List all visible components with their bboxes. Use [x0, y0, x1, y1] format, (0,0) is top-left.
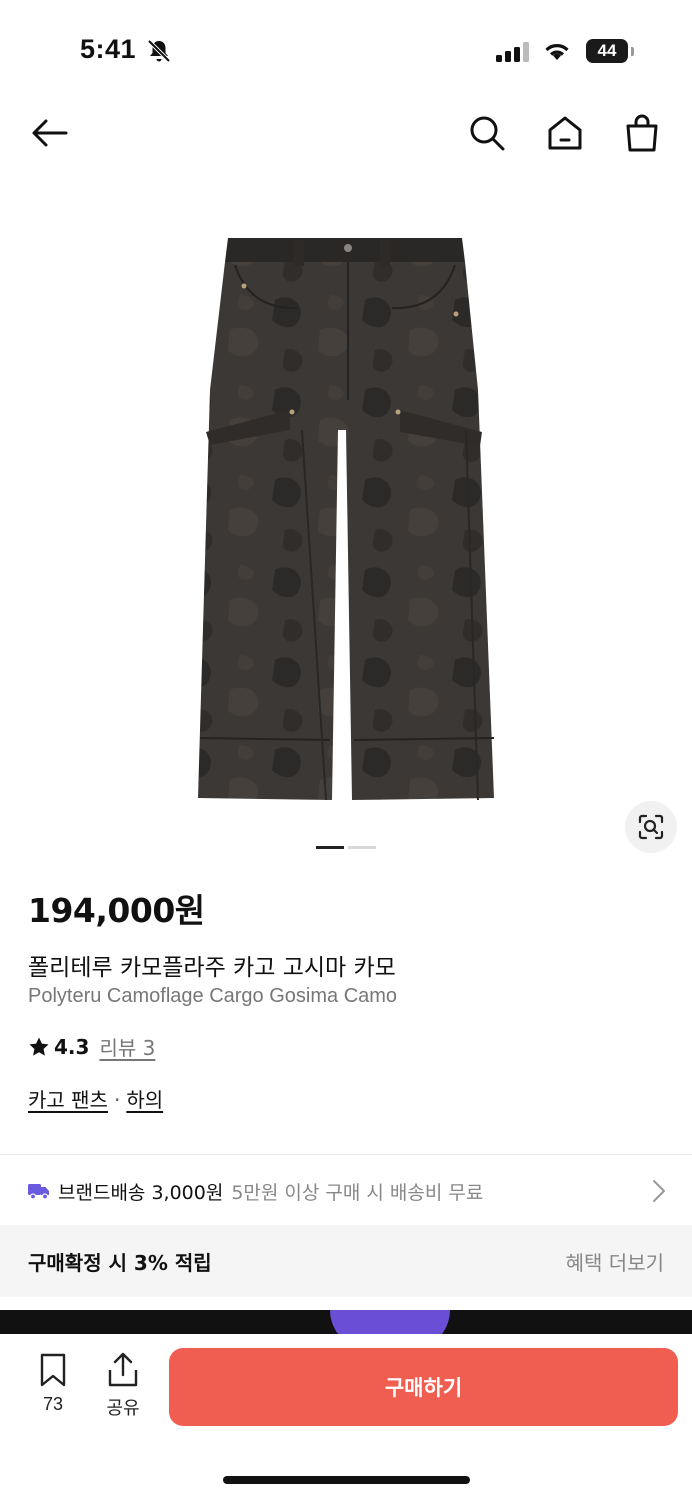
rating-row: 4.3 리뷰 3: [28, 1032, 155, 1061]
status-time: 5:41: [80, 34, 137, 64]
cart-button[interactable]: [621, 112, 663, 154]
free-shipping-condition: 5만원 이상 구매 시 배송비 무료: [231, 1181, 484, 1204]
battery-indicator: 44: [586, 39, 628, 63]
subcategory-link[interactable]: 하의: [126, 1088, 163, 1112]
pager-dot[interactable]: [348, 846, 376, 849]
share-label: 공유: [106, 1398, 140, 1419]
product-name-english: Polyteru Camoflage Cargo Gosima Camo: [28, 985, 398, 1007]
search-button[interactable]: [466, 112, 508, 154]
more-benefits-link[interactable]: 혜택 더보기: [566, 1247, 664, 1276]
image-search-button[interactable]: [625, 801, 677, 853]
banner-graphic: [330, 1310, 450, 1334]
truck-icon: [28, 1182, 50, 1200]
home-icon: [548, 116, 582, 150]
shipping-info-row[interactable]: 브랜드배송 3,000원 5만원 이상 구매 시 배송비 무료: [0, 1157, 692, 1225]
cellular-signal-icon: [496, 42, 529, 62]
category-breadcrumb: 카고 팬츠 · 하의: [28, 1084, 163, 1113]
product-name-korean: 폴리테루 카모플라주 카고 고시마 카모: [28, 955, 396, 981]
points-benefit-row: 구매확정 시 3% 적립 혜택 더보기: [0, 1225, 692, 1297]
shopping-bag-icon: [626, 114, 658, 152]
status-bar: 5:41 44: [0, 0, 692, 100]
star-icon: [29, 1037, 49, 1056]
share-button[interactable]: 공유: [100, 1352, 146, 1420]
bell-off-icon: [147, 39, 171, 63]
buy-button[interactable]: 구매하기: [169, 1348, 678, 1426]
product-price: 194,000원: [28, 891, 205, 930]
image-pager: [316, 846, 376, 850]
category-separator: ·: [113, 1088, 121, 1112]
save-button[interactable]: 73: [30, 1352, 76, 1415]
cargo-pants-image: [198, 238, 495, 801]
back-button[interactable]: [28, 112, 70, 154]
wifi-icon: [545, 43, 569, 60]
battery-cap: [631, 47, 634, 56]
search-icon: [470, 116, 505, 151]
lens-scan-icon: [638, 814, 664, 840]
bookmark-icon: [40, 1353, 66, 1387]
pager-dot-active[interactable]: [316, 846, 344, 849]
home-button[interactable]: [544, 112, 586, 154]
rating-score: 4.3: [54, 1034, 90, 1059]
banner-peek: [0, 1310, 692, 1334]
shipping-fee-label: 브랜드배송 3,000원: [58, 1181, 224, 1204]
review-link[interactable]: 리뷰 3: [99, 1032, 155, 1061]
home-indicator: [223, 1476, 470, 1484]
share-icon: [108, 1352, 138, 1387]
product-image[interactable]: [0, 200, 692, 840]
save-count: 73: [42, 1394, 64, 1414]
top-navigation: [0, 100, 692, 170]
chevron-right-icon: [653, 1180, 665, 1202]
arrow-left-icon: [32, 119, 68, 147]
section-divider: [0, 1154, 692, 1155]
category-link[interactable]: 카고 팬츠: [28, 1088, 108, 1112]
points-text: 구매확정 시 3% 적립: [28, 1250, 212, 1275]
